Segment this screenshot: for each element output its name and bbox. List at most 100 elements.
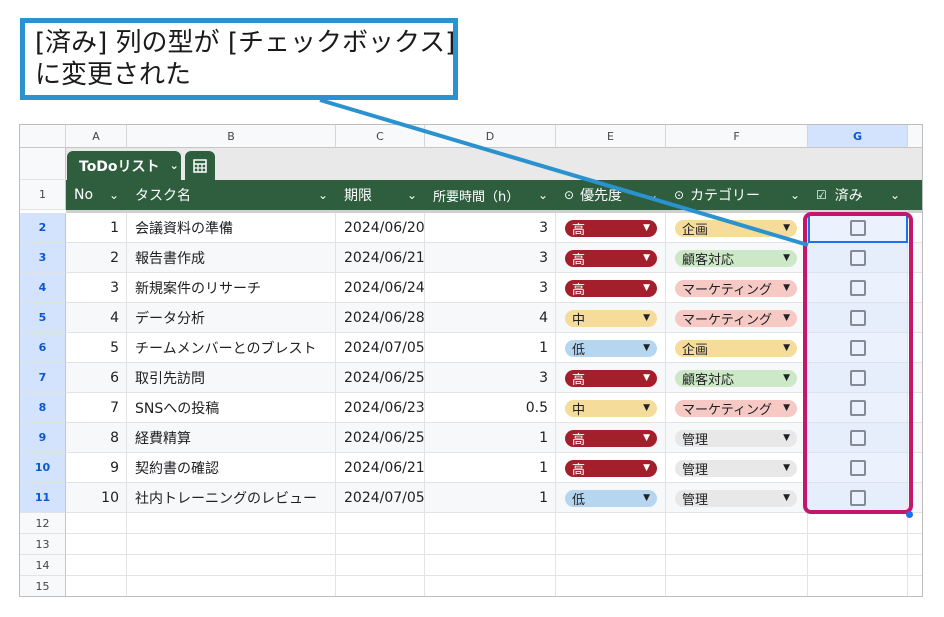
cell-due[interactable]: 2024/06/28 — [336, 303, 425, 333]
cell-priority[interactable]: 中 ▼ — [556, 303, 666, 333]
row-header-1[interactable]: 1 — [20, 180, 66, 210]
table-name-tab[interactable]: ToDoリスト ⌄ — [67, 151, 181, 180]
cell-priority[interactable]: 低 ▼ — [556, 333, 666, 363]
cell-done[interactable] — [808, 483, 908, 513]
category-chip[interactable]: マーケティング ▼ — [675, 279, 797, 298]
cell-time[interactable]: 1 — [425, 483, 556, 513]
cell-no[interactable]: 5 — [66, 333, 127, 363]
cell-due[interactable]: 2024/06/21 — [336, 243, 425, 273]
cell-task[interactable]: 契約書の確認 — [127, 453, 336, 483]
row-header-13[interactable]: 13 — [20, 534, 66, 555]
header-done[interactable]: ☑ 済み ⌄ — [808, 180, 908, 210]
category-chip[interactable]: 企画 ▼ — [675, 219, 797, 238]
column-header-d[interactable]: D — [425, 125, 556, 148]
cell-task[interactable]: 新規案件のリサーチ — [127, 273, 336, 303]
row-header-15[interactable]: 15 — [20, 576, 66, 596]
selection-fill-handle[interactable] — [906, 511, 913, 518]
cell-priority[interactable]: 高 ▼ — [556, 213, 666, 243]
row-header-7[interactable]: 7 — [20, 363, 66, 393]
cell-category[interactable]: 顧客対応 ▼ — [666, 363, 808, 393]
cell-category[interactable]: 顧客対応 ▼ — [666, 243, 808, 273]
cell-done[interactable] — [808, 453, 908, 483]
cell-no[interactable]: 10 — [66, 483, 127, 513]
cell-due[interactable]: 2024/06/25 — [336, 363, 425, 393]
row-header-14[interactable]: 14 — [20, 555, 66, 576]
cell-no[interactable]: 2 — [66, 243, 127, 273]
cell-no[interactable]: 8 — [66, 423, 127, 453]
cell-due[interactable]: 2024/06/25 — [336, 423, 425, 453]
row-header-2[interactable]: 2 — [20, 213, 66, 243]
cell-due[interactable]: 2024/07/05 — [336, 483, 425, 513]
done-checkbox[interactable] — [850, 490, 866, 506]
priority-chip[interactable]: 中 ▼ — [565, 309, 657, 328]
cell-time[interactable]: 1 — [425, 453, 556, 483]
cell-done[interactable] — [808, 333, 908, 363]
row-header-5[interactable]: 5 — [20, 303, 66, 333]
cell-time[interactable]: 3 — [425, 363, 556, 393]
cell-priority[interactable]: 中 ▼ — [556, 393, 666, 423]
done-checkbox[interactable] — [850, 280, 866, 296]
priority-chip[interactable]: 中 ▼ — [565, 399, 657, 418]
cell-priority[interactable]: 高 ▼ — [556, 243, 666, 273]
priority-chip[interactable]: 高 ▼ — [565, 429, 657, 448]
cell-no[interactable]: 9 — [66, 453, 127, 483]
cell-category[interactable]: 管理 ▼ — [666, 423, 808, 453]
row-header-10[interactable]: 10 — [20, 453, 66, 483]
cell-priority[interactable]: 高 ▼ — [556, 273, 666, 303]
column-header-g[interactable]: G — [808, 125, 908, 148]
row-header-9[interactable]: 9 — [20, 423, 66, 453]
priority-chip[interactable]: 低 ▼ — [565, 339, 657, 358]
header-category[interactable]: ⊙ カテゴリー ⌄ — [666, 180, 808, 210]
category-chip[interactable]: マーケティング ▼ — [675, 399, 797, 418]
done-checkbox[interactable] — [850, 340, 866, 356]
cell-time[interactable]: 3 — [425, 243, 556, 273]
cell-priority[interactable]: 高 ▼ — [556, 423, 666, 453]
column-header-c[interactable]: C — [336, 125, 425, 148]
cell-time[interactable]: 3 — [425, 273, 556, 303]
done-checkbox[interactable] — [850, 370, 866, 386]
cell-priority[interactable]: 高 ▼ — [556, 363, 666, 393]
cell-no[interactable]: 6 — [66, 363, 127, 393]
category-chip[interactable]: 企画 ▼ — [675, 339, 797, 358]
priority-chip[interactable]: 高 ▼ — [565, 219, 657, 238]
cell-category[interactable]: マーケティング ▼ — [666, 303, 808, 333]
cell-category[interactable]: 企画 ▼ — [666, 213, 808, 243]
cell-done[interactable] — [808, 273, 908, 303]
priority-chip[interactable]: 低 ▼ — [565, 489, 657, 508]
cell-done[interactable] — [808, 423, 908, 453]
row-header-11[interactable]: 11 — [20, 483, 66, 513]
cell-priority[interactable]: 低 ▼ — [556, 483, 666, 513]
done-checkbox[interactable] — [850, 460, 866, 476]
select-all-corner[interactable] — [20, 125, 66, 148]
category-chip[interactable]: マーケティング ▼ — [675, 309, 797, 328]
column-header-a[interactable]: A — [66, 125, 127, 148]
column-header-b[interactable]: B — [127, 125, 336, 148]
cell-task[interactable]: SNSへの投稿 — [127, 393, 336, 423]
header-priority[interactable]: ⊙ 優先度 ⌄ — [556, 180, 666, 210]
column-header-e[interactable]: E — [556, 125, 666, 148]
cell-category[interactable]: 管理 ▼ — [666, 453, 808, 483]
done-checkbox[interactable] — [850, 430, 866, 446]
priority-chip[interactable]: 高 ▼ — [565, 249, 657, 268]
cell-time[interactable]: 0.5 — [425, 393, 556, 423]
category-chip[interactable]: 顧客対応 ▼ — [675, 249, 797, 268]
done-checkbox[interactable] — [850, 220, 866, 236]
cell-done[interactable] — [808, 363, 908, 393]
cell-done[interactable] — [808, 393, 908, 423]
row-header-6[interactable]: 6 — [20, 333, 66, 363]
cell-task[interactable]: 会議資料の準備 — [127, 213, 336, 243]
cell-time[interactable]: 1 — [425, 333, 556, 363]
priority-chip[interactable]: 高 ▼ — [565, 279, 657, 298]
cell-time[interactable]: 1 — [425, 423, 556, 453]
category-chip[interactable]: 管理 ▼ — [675, 489, 797, 508]
cell-due[interactable]: 2024/07/05 — [336, 333, 425, 363]
cell-task[interactable]: 社内トレーニングのレビュー — [127, 483, 336, 513]
row-header-12[interactable]: 12 — [20, 513, 66, 534]
cell-no[interactable]: 3 — [66, 273, 127, 303]
cell-task[interactable]: 経費精算 — [127, 423, 336, 453]
header-no[interactable]: No ⌄ — [66, 180, 127, 210]
header-task[interactable]: タスク名 ⌄ — [127, 180, 336, 210]
cell-task[interactable]: 報告書作成 — [127, 243, 336, 273]
cell-priority[interactable]: 高 ▼ — [556, 453, 666, 483]
category-chip[interactable]: 顧客対応 ▼ — [675, 369, 797, 388]
